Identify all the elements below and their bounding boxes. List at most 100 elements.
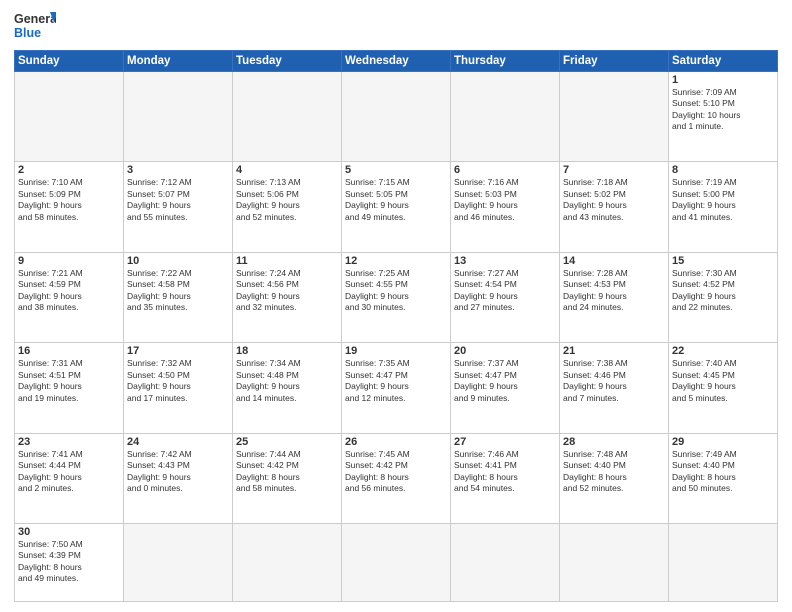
calendar-cell: 7Sunrise: 7:18 AM Sunset: 5:02 PM Daylig… xyxy=(560,162,669,252)
calendar-cell: 25Sunrise: 7:44 AM Sunset: 4:42 PM Dayli… xyxy=(233,433,342,523)
calendar-cell: 27Sunrise: 7:46 AM Sunset: 4:41 PM Dayli… xyxy=(451,433,560,523)
day-info: Sunrise: 7:18 AM Sunset: 5:02 PM Dayligh… xyxy=(563,177,665,223)
weekday-header-thursday: Thursday xyxy=(451,51,560,72)
day-info: Sunrise: 7:45 AM Sunset: 4:42 PM Dayligh… xyxy=(345,449,447,495)
svg-text:Blue: Blue xyxy=(14,26,41,40)
logo: General Blue xyxy=(14,10,56,44)
svg-text:General: General xyxy=(14,12,56,26)
day-number: 15 xyxy=(672,255,774,267)
day-number: 6 xyxy=(454,164,556,176)
day-info: Sunrise: 7:28 AM Sunset: 4:53 PM Dayligh… xyxy=(563,268,665,314)
day-number: 20 xyxy=(454,345,556,357)
calendar-cell: 4Sunrise: 7:13 AM Sunset: 5:06 PM Daylig… xyxy=(233,162,342,252)
day-number: 18 xyxy=(236,345,338,357)
day-info: Sunrise: 7:50 AM Sunset: 4:39 PM Dayligh… xyxy=(18,539,120,585)
calendar-cell: 16Sunrise: 7:31 AM Sunset: 4:51 PM Dayli… xyxy=(15,343,124,433)
day-number: 17 xyxy=(127,345,229,357)
calendar-header-row: SundayMondayTuesdayWednesdayThursdayFrid… xyxy=(15,51,778,72)
weekday-header-friday: Friday xyxy=(560,51,669,72)
calendar-cell: 30Sunrise: 7:50 AM Sunset: 4:39 PM Dayli… xyxy=(15,523,124,601)
day-number: 10 xyxy=(127,255,229,267)
calendar-cell: 6Sunrise: 7:16 AM Sunset: 5:03 PM Daylig… xyxy=(451,162,560,252)
calendar-cell xyxy=(451,523,560,601)
day-number: 21 xyxy=(563,345,665,357)
day-info: Sunrise: 7:48 AM Sunset: 4:40 PM Dayligh… xyxy=(563,449,665,495)
calendar-cell xyxy=(15,72,124,162)
calendar-week-6: 30Sunrise: 7:50 AM Sunset: 4:39 PM Dayli… xyxy=(15,523,778,601)
calendar-week-4: 16Sunrise: 7:31 AM Sunset: 4:51 PM Dayli… xyxy=(15,343,778,433)
calendar-cell: 2Sunrise: 7:10 AM Sunset: 5:09 PM Daylig… xyxy=(15,162,124,252)
calendar-cell xyxy=(560,72,669,162)
day-number: 1 xyxy=(672,74,774,86)
day-info: Sunrise: 7:24 AM Sunset: 4:56 PM Dayligh… xyxy=(236,268,338,314)
day-info: Sunrise: 7:15 AM Sunset: 5:05 PM Dayligh… xyxy=(345,177,447,223)
day-info: Sunrise: 7:21 AM Sunset: 4:59 PM Dayligh… xyxy=(18,268,120,314)
calendar-cell xyxy=(669,523,778,601)
calendar-cell: 8Sunrise: 7:19 AM Sunset: 5:00 PM Daylig… xyxy=(669,162,778,252)
day-info: Sunrise: 7:22 AM Sunset: 4:58 PM Dayligh… xyxy=(127,268,229,314)
day-info: Sunrise: 7:42 AM Sunset: 4:43 PM Dayligh… xyxy=(127,449,229,495)
day-number: 16 xyxy=(18,345,120,357)
weekday-header-tuesday: Tuesday xyxy=(233,51,342,72)
day-info: Sunrise: 7:41 AM Sunset: 4:44 PM Dayligh… xyxy=(18,449,120,495)
calendar-week-5: 23Sunrise: 7:41 AM Sunset: 4:44 PM Dayli… xyxy=(15,433,778,523)
day-info: Sunrise: 7:44 AM Sunset: 4:42 PM Dayligh… xyxy=(236,449,338,495)
day-info: Sunrise: 7:27 AM Sunset: 4:54 PM Dayligh… xyxy=(454,268,556,314)
calendar-cell: 14Sunrise: 7:28 AM Sunset: 4:53 PM Dayli… xyxy=(560,252,669,342)
day-number: 2 xyxy=(18,164,120,176)
day-number: 5 xyxy=(345,164,447,176)
day-number: 22 xyxy=(672,345,774,357)
calendar-cell: 9Sunrise: 7:21 AM Sunset: 4:59 PM Daylig… xyxy=(15,252,124,342)
calendar-cell: 15Sunrise: 7:30 AM Sunset: 4:52 PM Dayli… xyxy=(669,252,778,342)
calendar-cell xyxy=(233,72,342,162)
day-info: Sunrise: 7:38 AM Sunset: 4:46 PM Dayligh… xyxy=(563,358,665,404)
calendar-cell: 23Sunrise: 7:41 AM Sunset: 4:44 PM Dayli… xyxy=(15,433,124,523)
calendar-cell: 29Sunrise: 7:49 AM Sunset: 4:40 PM Dayli… xyxy=(669,433,778,523)
generalblue-logo-icon: General Blue xyxy=(14,10,56,44)
day-number: 4 xyxy=(236,164,338,176)
day-number: 7 xyxy=(563,164,665,176)
calendar-week-3: 9Sunrise: 7:21 AM Sunset: 4:59 PM Daylig… xyxy=(15,252,778,342)
day-info: Sunrise: 7:19 AM Sunset: 5:00 PM Dayligh… xyxy=(672,177,774,223)
weekday-header-saturday: Saturday xyxy=(669,51,778,72)
day-info: Sunrise: 7:46 AM Sunset: 4:41 PM Dayligh… xyxy=(454,449,556,495)
calendar-cell: 11Sunrise: 7:24 AM Sunset: 4:56 PM Dayli… xyxy=(233,252,342,342)
day-info: Sunrise: 7:13 AM Sunset: 5:06 PM Dayligh… xyxy=(236,177,338,223)
calendar-cell xyxy=(342,523,451,601)
day-info: Sunrise: 7:12 AM Sunset: 5:07 PM Dayligh… xyxy=(127,177,229,223)
day-info: Sunrise: 7:10 AM Sunset: 5:09 PM Dayligh… xyxy=(18,177,120,223)
day-number: 25 xyxy=(236,436,338,448)
day-number: 11 xyxy=(236,255,338,267)
weekday-header-wednesday: Wednesday xyxy=(342,51,451,72)
weekday-header-monday: Monday xyxy=(124,51,233,72)
calendar-cell: 28Sunrise: 7:48 AM Sunset: 4:40 PM Dayli… xyxy=(560,433,669,523)
day-info: Sunrise: 7:16 AM Sunset: 5:03 PM Dayligh… xyxy=(454,177,556,223)
day-number: 8 xyxy=(672,164,774,176)
day-info: Sunrise: 7:34 AM Sunset: 4:48 PM Dayligh… xyxy=(236,358,338,404)
calendar-table: SundayMondayTuesdayWednesdayThursdayFrid… xyxy=(14,50,778,602)
day-info: Sunrise: 7:35 AM Sunset: 4:47 PM Dayligh… xyxy=(345,358,447,404)
calendar-cell: 21Sunrise: 7:38 AM Sunset: 4:46 PM Dayli… xyxy=(560,343,669,433)
day-number: 23 xyxy=(18,436,120,448)
calendar-cell: 10Sunrise: 7:22 AM Sunset: 4:58 PM Dayli… xyxy=(124,252,233,342)
day-info: Sunrise: 7:40 AM Sunset: 4:45 PM Dayligh… xyxy=(672,358,774,404)
calendar-cell xyxy=(560,523,669,601)
calendar-cell xyxy=(124,523,233,601)
calendar-cell xyxy=(124,72,233,162)
calendar-cell xyxy=(233,523,342,601)
day-number: 12 xyxy=(345,255,447,267)
calendar-cell: 13Sunrise: 7:27 AM Sunset: 4:54 PM Dayli… xyxy=(451,252,560,342)
day-number: 14 xyxy=(563,255,665,267)
calendar-week-2: 2Sunrise: 7:10 AM Sunset: 5:09 PM Daylig… xyxy=(15,162,778,252)
day-number: 13 xyxy=(454,255,556,267)
day-number: 24 xyxy=(127,436,229,448)
day-number: 19 xyxy=(345,345,447,357)
calendar-cell: 22Sunrise: 7:40 AM Sunset: 4:45 PM Dayli… xyxy=(669,343,778,433)
calendar-cell: 24Sunrise: 7:42 AM Sunset: 4:43 PM Dayli… xyxy=(124,433,233,523)
calendar-cell: 19Sunrise: 7:35 AM Sunset: 4:47 PM Dayli… xyxy=(342,343,451,433)
day-info: Sunrise: 7:32 AM Sunset: 4:50 PM Dayligh… xyxy=(127,358,229,404)
day-number: 3 xyxy=(127,164,229,176)
header: General Blue xyxy=(14,10,778,44)
day-number: 28 xyxy=(563,436,665,448)
calendar-cell: 12Sunrise: 7:25 AM Sunset: 4:55 PM Dayli… xyxy=(342,252,451,342)
